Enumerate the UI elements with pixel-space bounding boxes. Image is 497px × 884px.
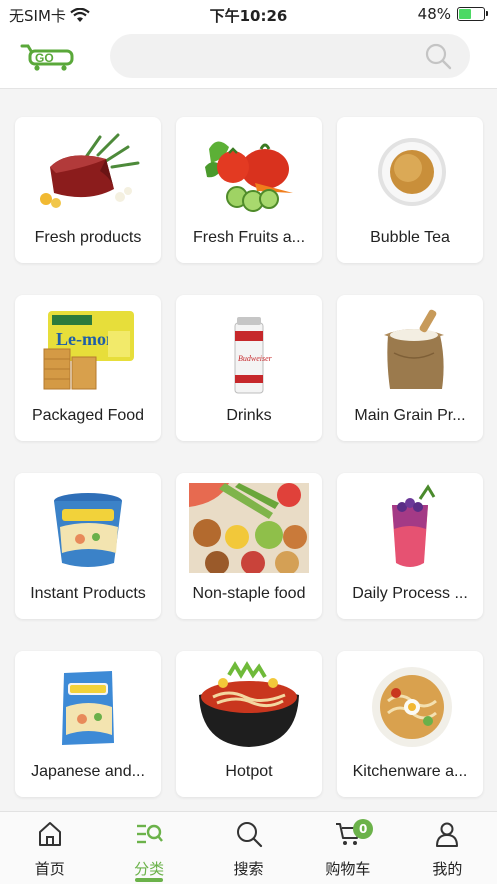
category-label: Fresh Fruits a... <box>192 229 306 246</box>
category-label: Instant Products <box>30 585 146 602</box>
search-input[interactable] <box>110 34 470 78</box>
category-card[interactable]: Hotpot <box>176 651 322 797</box>
drink-glass-image <box>392 484 436 567</box>
tab-label: 购物车 <box>325 860 371 878</box>
category-label: Kitchenware a... <box>352 763 468 780</box>
svg-text:Budweiser: Budweiser <box>238 354 273 363</box>
tab-bar: 首页 分类 搜索 0 购物车 我的 <box>0 811 497 884</box>
nuts-fruits-image <box>189 483 309 573</box>
category-grid: Fresh products Fresh Fruits a... Bubble … <box>15 117 483 797</box>
ramen-bowl-image <box>372 667 452 747</box>
category-card[interactable]: Instant Products <box>15 473 161 619</box>
category-card[interactable]: Kitchenware a... <box>337 651 483 797</box>
category-label: Daily Process ... <box>352 585 468 602</box>
tab-label: 搜索 <box>233 860 264 878</box>
category-card[interactable]: Bubble Tea <box>337 117 483 263</box>
meat-image <box>40 133 140 208</box>
category-card[interactable]: Daily Process ... <box>337 473 483 619</box>
category-card[interactable]: Budweiser Drinks <box>176 295 322 441</box>
tab-category[interactable]: 分类 <box>99 812 198 884</box>
home-icon <box>38 822 61 846</box>
category-label: Main Grain Pr... <box>354 407 466 424</box>
profile-icon <box>436 822 459 847</box>
go-logo: GO <box>20 44 74 71</box>
category-label: Drinks <box>226 407 272 424</box>
tab-profile[interactable]: 我的 <box>398 812 497 884</box>
tab-cart[interactable]: 0 购物车 <box>298 812 397 884</box>
cart-badge: 0 <box>353 819 374 839</box>
category-label: Japanese and... <box>31 763 145 780</box>
category-label: Non-staple food <box>192 585 306 602</box>
beer-can-image: Budweiser <box>234 317 273 394</box>
svg-text:GO: GO <box>35 51 54 65</box>
category-card[interactable]: Fresh Fruits a... <box>176 117 322 263</box>
category-card[interactable]: Le-mond Packaged Food <box>15 295 161 441</box>
category-card[interactable]: Non-staple food <box>176 473 322 619</box>
noodle-pack-image <box>62 671 114 745</box>
header: GO <box>0 28 497 89</box>
search-icon <box>236 822 262 848</box>
tab-home[interactable]: 首页 <box>0 812 99 884</box>
tea-cup-image <box>378 138 446 206</box>
category-icon <box>137 824 164 844</box>
category-card[interactable]: Main Grain Pr... <box>337 295 483 441</box>
status-bar: 无SIM卡 下午10:26 48% <box>0 0 497 28</box>
category-card[interactable]: Japanese and... <box>15 651 161 797</box>
battery-icon <box>457 7 488 21</box>
battery-percent: 48% <box>417 5 451 23</box>
tab-label: 首页 <box>34 860 65 878</box>
crackers-image: Le-mond <box>43 311 134 390</box>
search-icon[interactable] <box>422 40 454 72</box>
category-label: Packaged Food <box>31 407 145 424</box>
category-label: Fresh products <box>34 229 142 246</box>
category-label: Bubble Tea <box>370 229 450 246</box>
grain-sack-image <box>384 309 444 389</box>
active-tab-indicator <box>135 878 164 882</box>
tab-label: 分类 <box>134 860 165 878</box>
vegetables-image <box>205 141 293 212</box>
tab-label: 我的 <box>432 860 463 878</box>
category-card[interactable]: Fresh products <box>15 117 161 263</box>
noodle-cup-image <box>54 493 122 567</box>
tab-search[interactable]: 搜索 <box>199 812 298 884</box>
hotpot-bowl-image <box>199 661 299 747</box>
category-label: Hotpot <box>225 763 273 780</box>
